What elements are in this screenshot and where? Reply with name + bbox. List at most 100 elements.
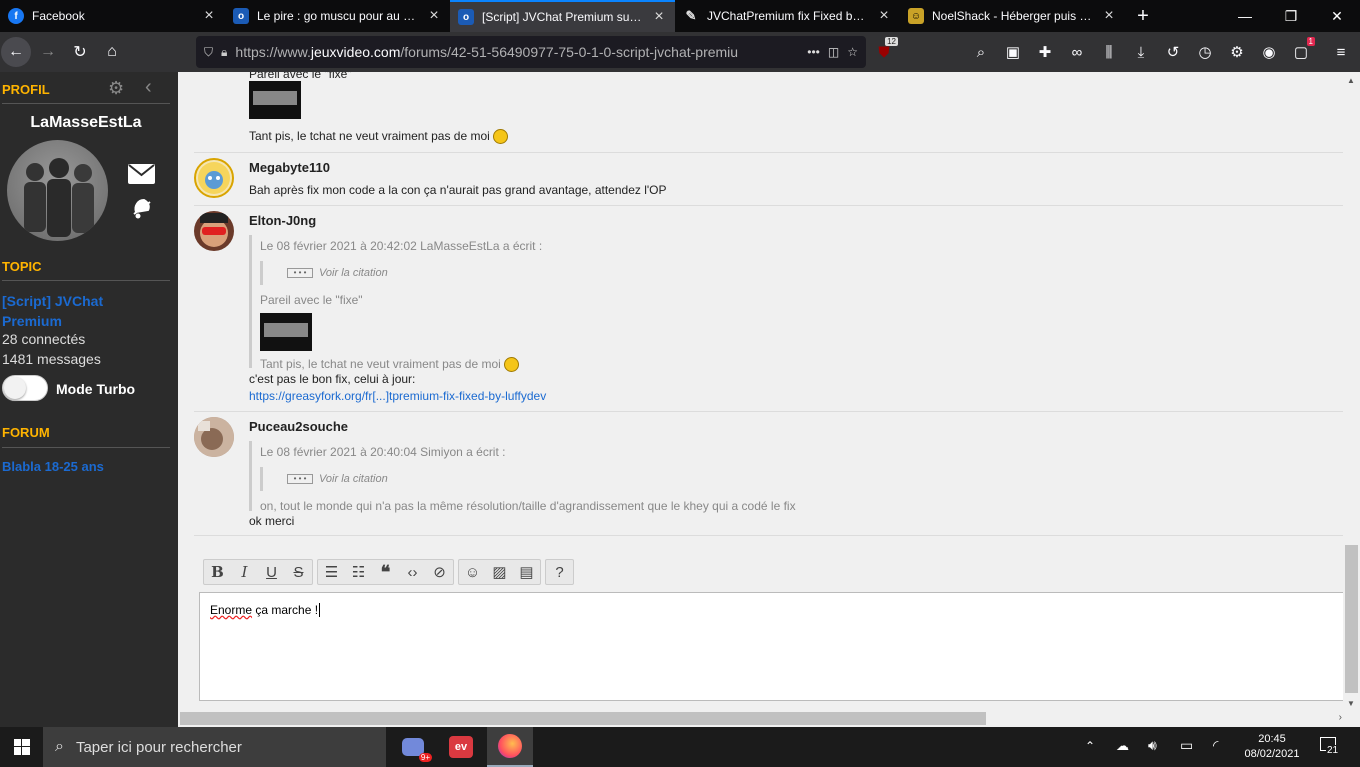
chevron-up-icon[interactable]: ⌃ <box>1085 739 1095 753</box>
vertical-scroll-thumb[interactable] <box>1345 545 1358 693</box>
underline-button[interactable]: U <box>258 560 285 584</box>
extensions-icon[interactable]: ✚ <box>1029 36 1061 68</box>
strikethrough-button[interactable]: S <box>285 560 312 584</box>
message-post: Megabyte110 Bah après fix mon code a la … <box>194 153 1343 206</box>
noelshack-image[interactable] <box>249 81 301 119</box>
clock[interactable]: 20:45 08/02/2021 <box>1240 732 1304 762</box>
folder-icon[interactable]: ▣ <box>997 36 1029 68</box>
expand-quote-icon[interactable]: • • • <box>287 474 313 484</box>
network-warning-icon[interactable]: ☁ <box>1116 738 1129 754</box>
shield-icon[interactable]: ⛉ <box>204 45 213 60</box>
ublock-icon[interactable]: ⛊ 12 <box>868 36 900 68</box>
clock-date: 08/02/2021 <box>1244 748 1300 760</box>
spoiler-icon[interactable]: ⊘ <box>426 560 453 584</box>
numbered-list-icon[interactable]: ☷ <box>345 560 372 584</box>
windows-start-icon[interactable] <box>0 727 43 767</box>
avatar[interactable] <box>194 211 234 251</box>
reload-button[interactable]: ↻ <box>64 36 96 68</box>
gear-icon[interactable]: ⚙ <box>108 78 124 99</box>
author-name[interactable]: Megabyte110 <box>249 160 330 175</box>
clock-icon[interactable]: ◷ <box>1189 36 1221 68</box>
noelshack-image[interactable] <box>260 313 669 351</box>
smiley-icon[interactable]: ☺ <box>459 560 486 584</box>
history-icon[interactable]: ↺ <box>1157 36 1189 68</box>
action-center-icon[interactable]: 21 <box>1318 735 1342 759</box>
avatar[interactable] <box>194 417 234 457</box>
wifi-icon[interactable]: ◜ <box>1213 737 1218 754</box>
author-name[interactable]: Puceau2souche <box>249 419 348 434</box>
tab-title: NoelShack - Héberger puis part <box>932 9 1093 23</box>
menu-icon[interactable]: ≡ <box>1325 36 1357 68</box>
pocket-icon[interactable]: ◫ <box>828 45 839 59</box>
help-icon[interactable]: ? <box>546 560 573 584</box>
gear-icon[interactable]: ⚙ <box>1221 36 1253 68</box>
tab-greasyfork[interactable]: ✎ JVChatPremium fix Fixed by Lu × <box>675 0 900 32</box>
expand-quote-icon[interactable]: • • • <box>287 268 313 278</box>
editor-text[interactable]: ça marche ! <box>252 603 318 617</box>
home-button[interactable]: ⌂ <box>96 36 128 68</box>
collapse-icon[interactable]: ‹ <box>145 76 152 99</box>
post-text: c'est pas le bon fix, celui à jour: <box>249 372 416 386</box>
greasyfork-link[interactable]: https://greasyfork.org/fr[...]tpremium-f… <box>249 389 546 403</box>
addon-notification-icon[interactable]: ▢ 1 <box>1285 36 1317 68</box>
library-icon[interactable]: ⫼ <box>1093 36 1125 68</box>
turbo-toggle[interactable] <box>2 375 48 401</box>
code-icon[interactable]: ‹› <box>399 560 426 584</box>
search-icon: ⌕ <box>55 738 64 755</box>
video-icon[interactable]: ▤ <box>513 560 540 584</box>
tab-le-pire[interactable]: o Le pire : go muscu pour au final × <box>225 0 450 32</box>
message-editor[interactable]: Enorme ça marche ! <box>199 592 1343 701</box>
close-tab-icon[interactable]: × <box>201 7 217 25</box>
quote-icon[interactable]: ❝ <box>372 560 399 584</box>
close-tab-icon[interactable]: × <box>651 8 667 26</box>
url-bar[interactable]: ⛉ 🔒︎ https://www.jeuxvideo.com/forums/42… <box>196 36 866 68</box>
close-window-button[interactable]: ✕ <box>1314 0 1360 32</box>
account-icon[interactable]: ◉ <box>1253 36 1285 68</box>
mask-icon[interactable]: ∞ <box>1061 36 1093 68</box>
close-tab-icon[interactable]: × <box>876 7 892 25</box>
nested-quote[interactable]: • • • Voir la citation <box>260 261 669 285</box>
tab-jvchat-premium[interactable]: o [Script] JVChat Premium sur le fo × <box>450 0 675 32</box>
italic-button[interactable]: I <box>231 560 258 584</box>
download-icon[interactable]: ⤓ <box>1125 36 1157 68</box>
discord-app-icon[interactable]: 9+ <box>390 727 436 767</box>
author-name[interactable]: Elton-J0ng <box>249 213 316 228</box>
taskbar-search[interactable]: ⌕ Taper ici pour rechercher <box>43 727 386 767</box>
firefox-app-icon[interactable] <box>487 727 533 767</box>
nested-quote[interactable]: • • • Voir la citation <box>260 467 869 491</box>
bullet-list-icon[interactable]: ☰ <box>318 560 345 584</box>
lock-icon[interactable]: 🔒︎ <box>221 45 227 60</box>
avatar[interactable] <box>7 140 108 241</box>
avatar[interactable] <box>194 158 234 198</box>
tab-noelshack[interactable]: ☺ NoelShack - Héberger puis part × <box>900 0 1125 32</box>
smiley-icon <box>503 357 519 373</box>
back-button[interactable]: ← <box>1 37 31 67</box>
forward-button[interactable]: → <box>32 36 64 68</box>
search-icon[interactable]: ⌕ <box>965 36 997 68</box>
minimize-button[interactable]: — <box>1222 0 1268 32</box>
new-tab-button[interactable]: + <box>1125 0 1161 32</box>
tab-title: Facebook <box>32 9 85 23</box>
username[interactable]: LaMasseEstLa <box>0 114 172 132</box>
voir-citation-link[interactable]: Voir la citation <box>319 267 388 279</box>
restore-button[interactable]: ❐ <box>1268 0 1314 32</box>
tab-facebook[interactable]: f Facebook × <box>0 0 225 32</box>
battery-icon[interactable]: ▭ <box>1180 737 1193 754</box>
bookmark-star-icon[interactable]: ☆ <box>847 45 858 59</box>
bold-button[interactable]: B <box>204 560 231 584</box>
image-icon[interactable]: ▨ <box>486 560 513 584</box>
topic-link[interactable]: [Script] JVChat Premium <box>2 291 152 331</box>
mail-icon[interactable] <box>127 163 156 188</box>
url-text[interactable]: https://www.jeuxvideo.com/forums/42-51-5… <box>235 44 799 60</box>
horizontal-scroll-thumb[interactable] <box>180 712 986 725</box>
close-tab-icon[interactable]: × <box>426 7 442 25</box>
misspelled-word[interactable]: Enorme <box>210 603 252 617</box>
tab-title: Le pire : go muscu pour au final <box>257 9 418 23</box>
volume-icon[interactable]: 🔊︎ <box>1148 737 1157 754</box>
forum-link[interactable]: Blabla 18-25 ans <box>2 459 104 474</box>
page-actions-icon[interactable]: ••• <box>807 45 820 59</box>
bell-icon[interactable] <box>130 196 154 223</box>
voir-citation-link[interactable]: Voir la citation <box>319 473 388 485</box>
expressvpn-app-icon[interactable]: ev <box>438 727 484 767</box>
close-tab-icon[interactable]: × <box>1101 7 1117 25</box>
